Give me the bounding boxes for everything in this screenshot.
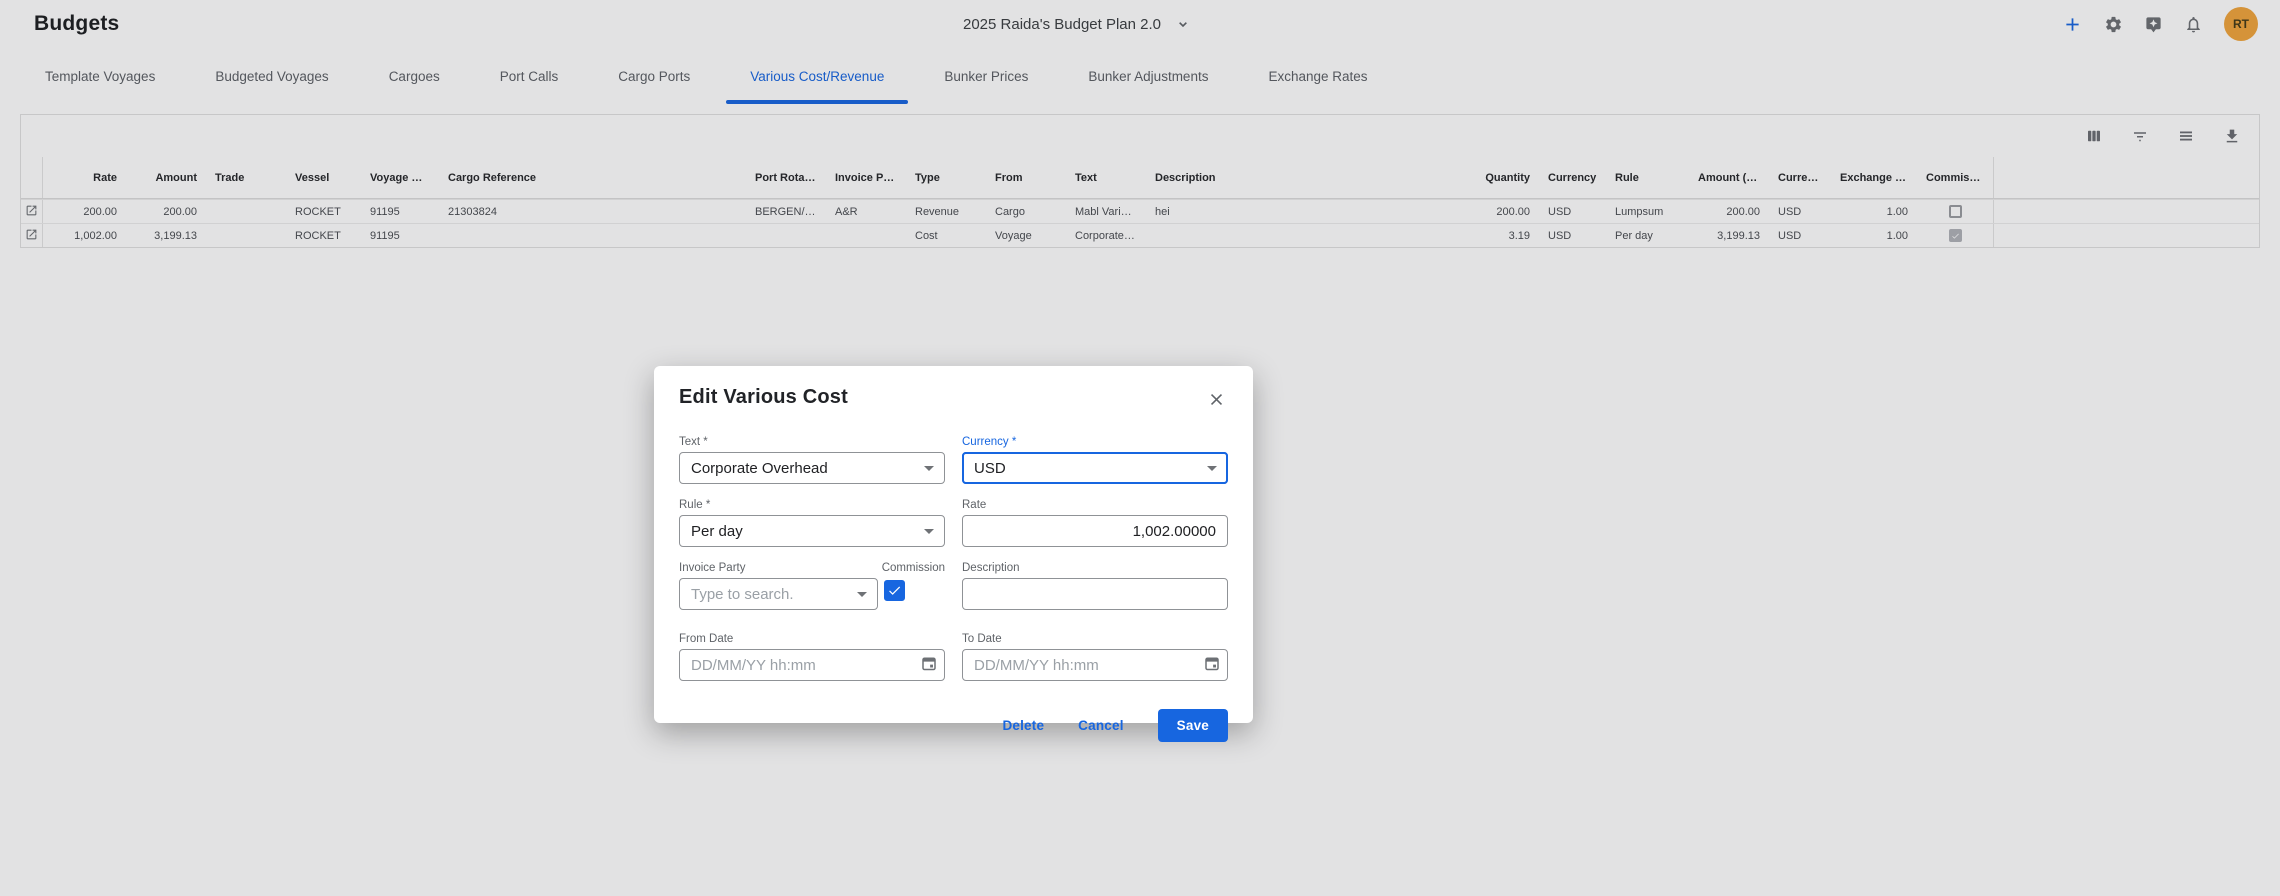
save-button[interactable]: Save bbox=[1158, 709, 1228, 742]
to-date-field: To Date bbox=[962, 633, 1228, 681]
rule-label: Rule * bbox=[679, 499, 945, 511]
invoice-party-select[interactable]: Type to search. bbox=[679, 578, 878, 610]
dialog-footer: Delete Cancel Save bbox=[679, 709, 1228, 742]
invoice-commission-row: Invoice Party Type to search. Commission bbox=[679, 562, 945, 610]
text-select[interactable]: Corporate Overhead bbox=[679, 452, 945, 484]
commission-checkbox[interactable] bbox=[884, 580, 905, 601]
close-icon bbox=[1207, 397, 1226, 412]
delete-button[interactable]: Delete bbox=[1002, 718, 1044, 733]
invoice-party-field: Invoice Party Type to search. bbox=[679, 562, 878, 610]
description-input[interactable] bbox=[962, 578, 1228, 610]
currency-select-value: USD bbox=[974, 460, 1006, 477]
from-date-input[interactable] bbox=[679, 649, 945, 681]
text-select-value: Corporate Overhead bbox=[691, 460, 828, 477]
to-date-label: To Date bbox=[962, 633, 1228, 645]
description-label: Description bbox=[962, 562, 1228, 574]
commission-label: Commission bbox=[882, 562, 945, 574]
currency-field: Currency * USD bbox=[962, 436, 1228, 484]
description-field: Description bbox=[962, 562, 1228, 610]
to-date-input[interactable] bbox=[962, 649, 1228, 681]
from-date-field: From Date bbox=[679, 633, 945, 681]
currency-label: Currency * bbox=[962, 436, 1228, 448]
rule-field: Rule * Per day bbox=[679, 499, 945, 547]
rate-input[interactable] bbox=[962, 515, 1228, 547]
caret-down-icon bbox=[924, 466, 934, 471]
text-label: Text * bbox=[679, 436, 945, 448]
to-date-calendar-button[interactable] bbox=[1203, 655, 1221, 676]
close-button[interactable] bbox=[1205, 388, 1228, 414]
caret-down-icon bbox=[924, 529, 934, 534]
calendar-icon bbox=[920, 655, 938, 676]
from-date-calendar-button[interactable] bbox=[920, 655, 938, 676]
rule-select-value: Per day bbox=[691, 523, 743, 540]
invoice-party-label: Invoice Party bbox=[679, 562, 878, 574]
text-field: Text * Corporate Overhead bbox=[679, 436, 945, 484]
cancel-button[interactable]: Cancel bbox=[1078, 718, 1123, 733]
rule-select[interactable]: Per day bbox=[679, 515, 945, 547]
caret-down-icon bbox=[857, 592, 867, 597]
caret-down-icon bbox=[1207, 466, 1217, 471]
invoice-party-placeholder: Type to search. bbox=[691, 586, 794, 603]
rate-field: Rate bbox=[962, 499, 1228, 547]
dialog-title: Edit Various Cost bbox=[679, 386, 848, 409]
commission-field: Commission bbox=[882, 562, 945, 601]
calendar-icon bbox=[1203, 655, 1221, 676]
currency-select[interactable]: USD bbox=[962, 452, 1228, 484]
rate-label: Rate bbox=[962, 499, 1228, 511]
check-icon bbox=[887, 583, 902, 598]
budgets-app: Budgets 2025 Raida's Budget Plan 2.0 RT … bbox=[0, 0, 2280, 896]
from-date-label: From Date bbox=[679, 633, 945, 645]
edit-various-cost-dialog: Edit Various Cost Text * Corporate Overh… bbox=[654, 366, 1253, 723]
